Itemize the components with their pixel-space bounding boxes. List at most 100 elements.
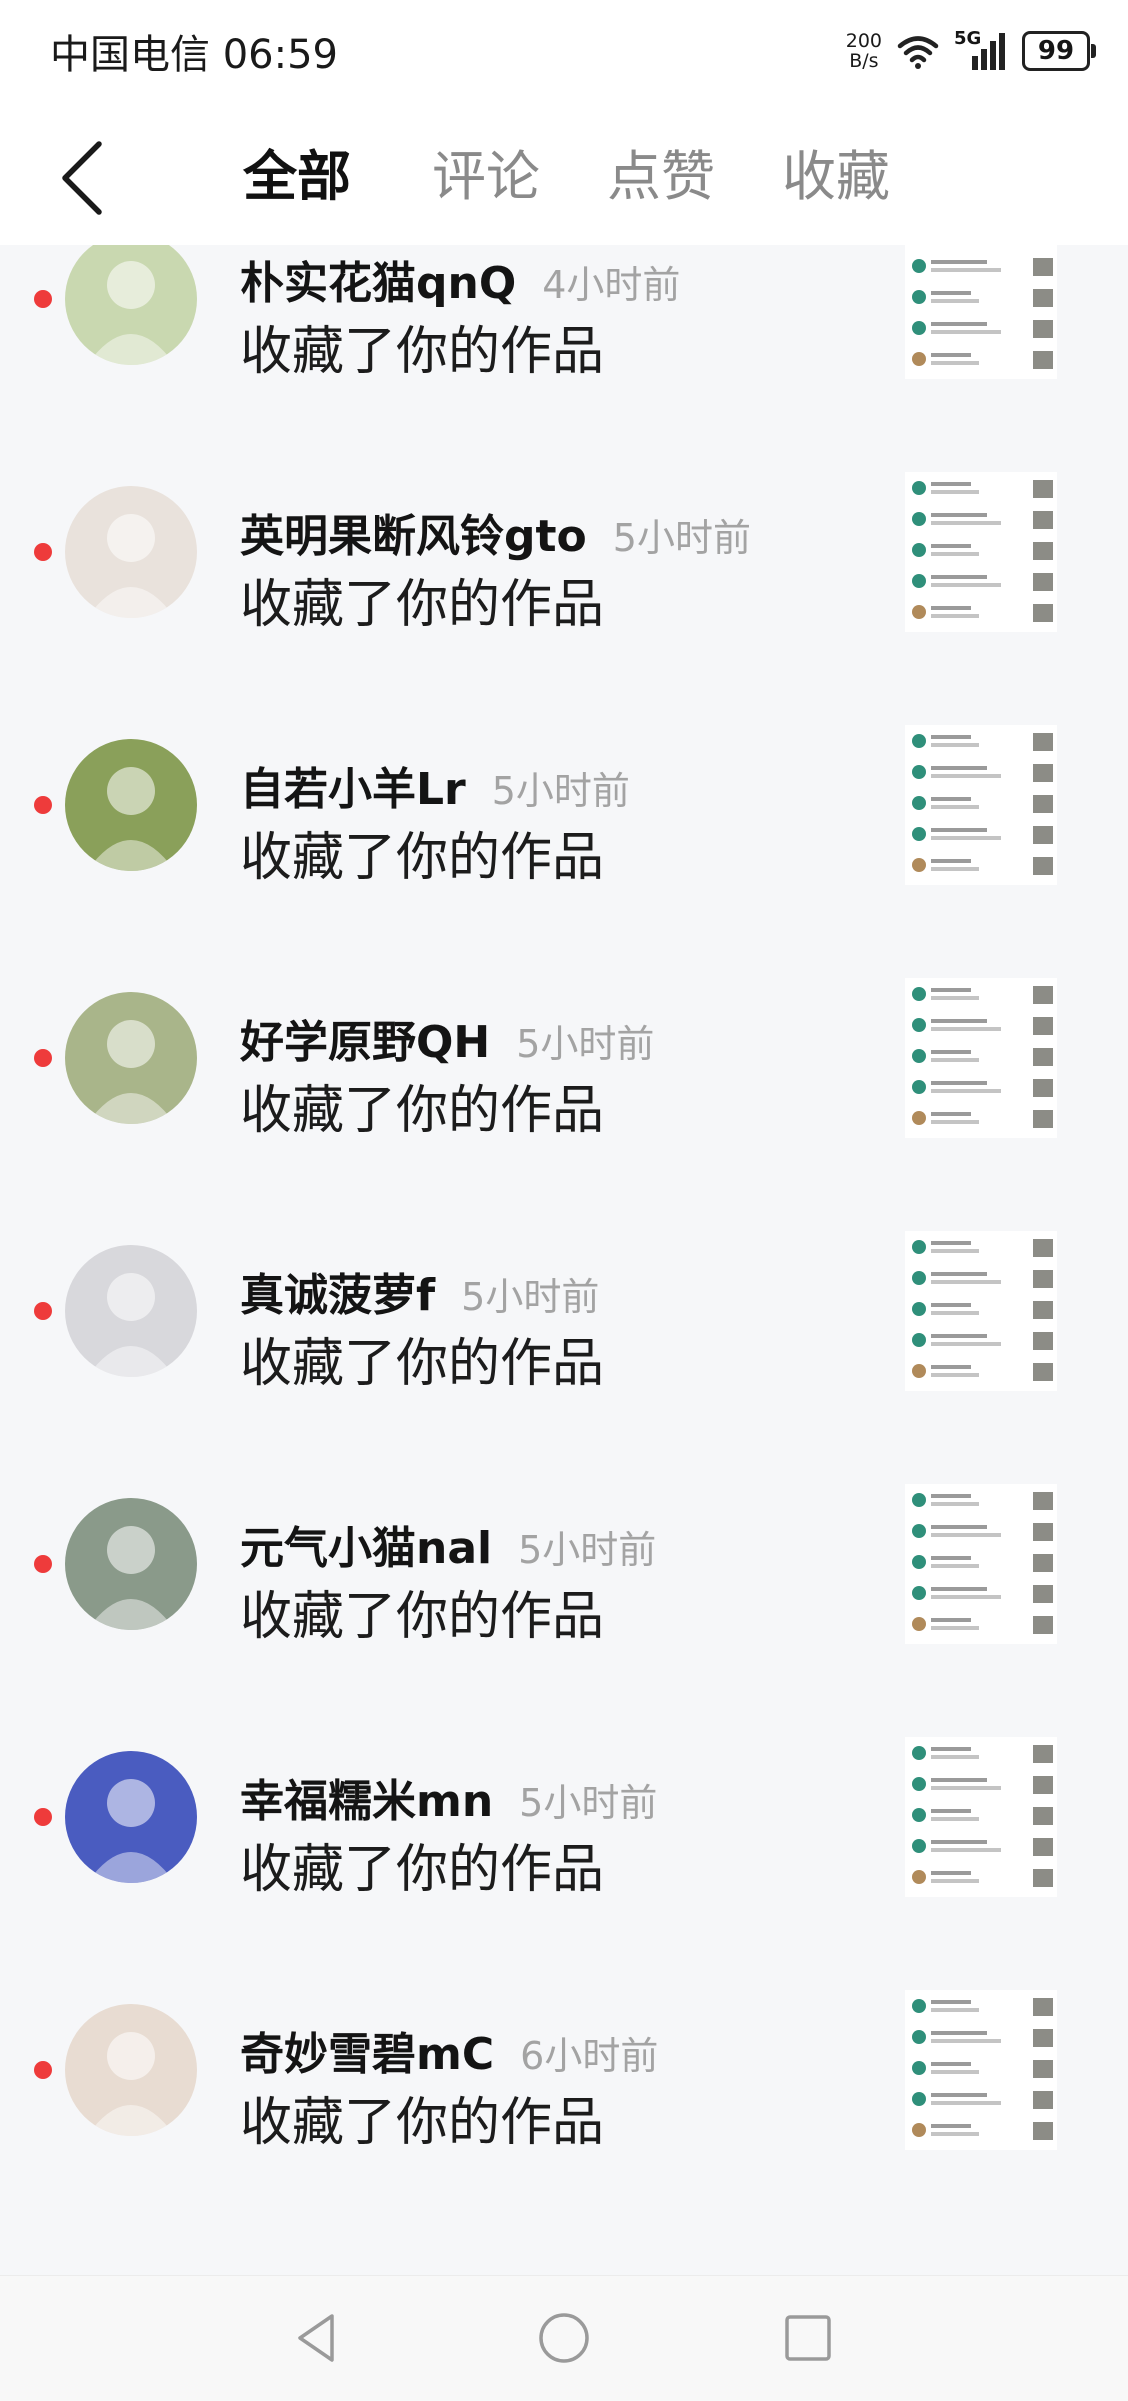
- status-bar: 中国电信 06:59 200 B/s 5G 99: [0, 0, 1128, 100]
- user-name[interactable]: 好学原野QH: [240, 1017, 490, 1068]
- action-text: 收藏了你的作品: [240, 2093, 605, 2153]
- screenshot-thumbnail-icon: [912, 1239, 1053, 1381]
- battery-indicator: 99: [1022, 31, 1096, 71]
- timestamp: 5小时前: [491, 769, 630, 813]
- user-name[interactable]: 元气小猫nal: [240, 1523, 492, 1574]
- user-name[interactable]: 真诚菠萝f: [240, 1270, 435, 1321]
- post-thumbnail[interactable]: [905, 978, 1057, 1138]
- network-speed: 200 B/s: [845, 30, 882, 72]
- person-avatar-icon: [87, 514, 175, 618]
- cellular-signal: 5G: [954, 28, 1008, 70]
- unread-dot: [34, 1302, 52, 1320]
- signal-bars-icon: [972, 33, 1005, 70]
- post-thumbnail[interactable]: [905, 472, 1057, 632]
- avatar[interactable]: [65, 1751, 197, 1883]
- tab-likes[interactable]: 点赞: [607, 132, 715, 211]
- list-item[interactable]: 奇妙雪碧mC 6小时前 收藏了你的作品: [0, 1933, 1128, 2186]
- post-thumbnail[interactable]: [905, 245, 1057, 379]
- unread-dot: [34, 2061, 52, 2079]
- avatar[interactable]: [65, 739, 197, 871]
- nav-home-icon[interactable]: [534, 2308, 594, 2368]
- status-icons: 200 B/s 5G 99: [845, 26, 1096, 76]
- user-name-line[interactable]: 元气小猫nal 5小时前: [240, 1512, 656, 1576]
- system-nav-bar: [0, 2275, 1128, 2401]
- timestamp: 5小时前: [518, 1528, 657, 1572]
- avatar[interactable]: [65, 245, 197, 365]
- timestamp: 5小时前: [516, 1022, 655, 1066]
- action-text: 收藏了你的作品: [240, 828, 605, 888]
- person-avatar-icon: [87, 767, 175, 871]
- avatar[interactable]: [65, 486, 197, 618]
- screenshot-thumbnail-icon: [912, 1745, 1053, 1887]
- user-name-line[interactable]: 英明果断风铃gto 5小时前: [240, 500, 751, 564]
- avatar[interactable]: [65, 1498, 197, 1630]
- timestamp: 5小时前: [612, 516, 751, 560]
- screenshot-thumbnail-icon: [912, 258, 1053, 369]
- screenshot-thumbnail-icon: [912, 1492, 1053, 1634]
- timestamp: 4小时前: [542, 263, 681, 307]
- action-text: 收藏了你的作品: [240, 322, 605, 382]
- action-text: 收藏了你的作品: [240, 575, 605, 635]
- list-item[interactable]: 好学原野QH 5小时前 收藏了你的作品: [0, 921, 1128, 1174]
- unread-dot: [34, 543, 52, 561]
- post-thumbnail[interactable]: [905, 1231, 1057, 1391]
- screenshot-thumbnail-icon: [912, 986, 1053, 1128]
- notification-list[interactable]: 朴实花猫qnQ 4小时前 收藏了你的作品 英明果断风铃gto 5小时前 收藏了你的作…: [0, 245, 1128, 2275]
- user-name-line[interactable]: 幸福糯米mn 5小时前: [240, 1765, 657, 1829]
- list-item[interactable]: 朴实花猫qnQ 4小时前 收藏了你的作品: [0, 245, 1128, 415]
- avatar[interactable]: [65, 2004, 197, 2136]
- back-arrow-icon: [62, 141, 102, 215]
- person-avatar-icon: [87, 1526, 175, 1630]
- tab-all[interactable]: 全部: [243, 132, 351, 211]
- person-avatar-icon: [87, 1779, 175, 1883]
- person-avatar-icon: [87, 1020, 175, 1124]
- user-name[interactable]: 幸福糯米mn: [240, 1776, 493, 1827]
- user-name-line[interactable]: 朴实花猫qnQ 4小时前: [240, 247, 680, 311]
- action-text: 收藏了你的作品: [240, 1081, 605, 1141]
- list-item[interactable]: 元气小猫nal 5小时前 收藏了你的作品: [0, 1427, 1128, 1680]
- action-text: 收藏了你的作品: [240, 1334, 605, 1394]
- post-thumbnail[interactable]: [905, 1484, 1057, 1644]
- post-thumbnail[interactable]: [905, 725, 1057, 885]
- avatar[interactable]: [65, 1245, 197, 1377]
- person-avatar-icon: [87, 261, 175, 365]
- user-name-line[interactable]: 奇妙雪碧mC 6小时前: [240, 2018, 658, 2082]
- tab-comments[interactable]: 评论: [432, 132, 540, 211]
- notification-header: 全部 评论 点赞 收藏: [0, 100, 1128, 245]
- unread-dot: [34, 1049, 52, 1067]
- person-avatar-icon: [87, 1273, 175, 1377]
- action-text: 收藏了你的作品: [240, 1587, 605, 1647]
- unread-dot: [34, 290, 52, 308]
- user-name-line[interactable]: 真诚菠萝f 5小时前: [240, 1259, 599, 1323]
- carrier-time: 中国电信 06:59: [50, 32, 338, 78]
- post-thumbnail[interactable]: [905, 1990, 1057, 2150]
- list-item[interactable]: 英明果断风铃gto 5小时前 收藏了你的作品: [0, 415, 1128, 668]
- tab-favorites[interactable]: 收藏: [782, 132, 890, 211]
- timestamp: 5小时前: [461, 1275, 600, 1319]
- screenshot-thumbnail-icon: [912, 733, 1053, 875]
- nav-back-icon[interactable]: [288, 2308, 348, 2368]
- user-name[interactable]: 朴实花猫qnQ: [240, 258, 516, 309]
- user-name-line[interactable]: 自若小羊Lr 5小时前: [240, 753, 630, 817]
- user-name[interactable]: 英明果断风铃gto: [240, 511, 587, 562]
- wifi-icon: [897, 36, 939, 69]
- timestamp: 6小时前: [520, 2034, 659, 2078]
- unread-dot: [34, 1808, 52, 1826]
- back-button[interactable]: [55, 138, 115, 218]
- action-text: 收藏了你的作品: [240, 1840, 605, 1900]
- screenshot-thumbnail-icon: [912, 480, 1053, 622]
- list-item[interactable]: 自若小羊Lr 5小时前 收藏了你的作品: [0, 668, 1128, 921]
- avatar[interactable]: [65, 992, 197, 1124]
- nav-recents-icon[interactable]: [778, 2308, 838, 2368]
- user-name[interactable]: 奇妙雪碧mC: [240, 2029, 494, 2080]
- unread-dot: [34, 1555, 52, 1573]
- post-thumbnail[interactable]: [905, 1737, 1057, 1897]
- battery-level: 99: [1037, 36, 1075, 66]
- user-name-line[interactable]: 好学原野QH 5小时前: [240, 1006, 654, 1070]
- list-item[interactable]: 真诚菠萝f 5小时前 收藏了你的作品: [0, 1174, 1128, 1427]
- user-name[interactable]: 自若小羊Lr: [240, 764, 466, 815]
- list-item[interactable]: 幸福糯米mn 5小时前 收藏了你的作品: [0, 1680, 1128, 1933]
- unread-dot: [34, 796, 52, 814]
- timestamp: 5小时前: [519, 1781, 658, 1825]
- screenshot-thumbnail-icon: [912, 1998, 1053, 2140]
